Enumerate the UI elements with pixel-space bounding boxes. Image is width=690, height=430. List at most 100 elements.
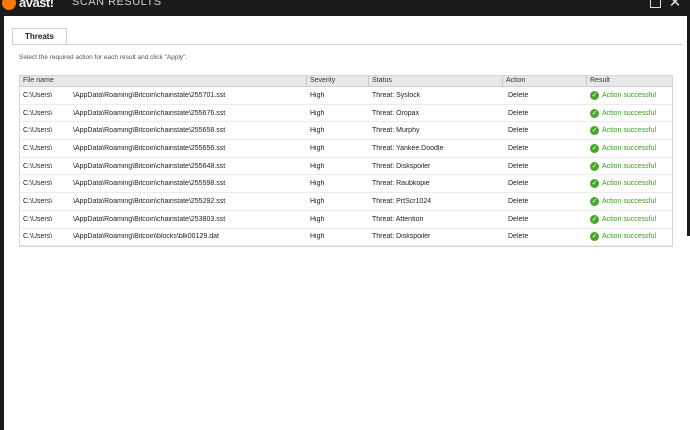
status-cell: Threat: Diskspoiler (372, 233, 431, 241)
table-row[interactable]: C:\Users\ \AppData\Roaming\Bitcoin\chains… (20, 211, 672, 229)
table-row[interactable]: C:\Users\ \AppData\Roaming\Bitcoin\blocks… (20, 229, 672, 247)
table-row[interactable]: C:\Users\ \AppData\Roaming\Bitcoin\chains… (20, 105, 672, 123)
status-cell: Threat: Yankee Doodle (372, 144, 444, 152)
action-select[interactable]: Delete (503, 127, 587, 134)
window-border-bottom-left (0, 236, 4, 430)
file-path: \AppData\Roaming\Bitcoin\chainstate\2557… (73, 91, 226, 99)
table-row[interactable]: C:\Users\ \AppData\Roaming\Bitcoin\chains… (20, 158, 672, 176)
check-circle-icon: ✓ (590, 214, 599, 224)
status-cell: Threat: Diskspoiler (372, 162, 431, 170)
result-text: Action successful (602, 215, 657, 223)
column-header-result[interactable]: Result (587, 76, 672, 86)
check-circle-icon: ✓ (590, 108, 599, 118)
action-select[interactable]: Delete (503, 163, 587, 170)
file-name-cell: C:\Users\ \AppData\Roaming\Bitcoin\chains… (20, 180, 307, 187)
check-circle-icon: ✓ (590, 143, 599, 153)
file-name-cell: C:\Users\ \AppData\Roaming\Bitcoin\chains… (20, 216, 307, 223)
status-cell: Threat: Raubkopie (372, 180, 430, 188)
file-name-cell: C:\Users\ \AppData\Roaming\Bitcoin\chains… (20, 127, 307, 134)
table-row[interactable]: C:\Users\ \AppData\Roaming\Bitcoin\chains… (20, 193, 672, 211)
result-cell: ✓ Action successful (587, 126, 672, 136)
action-select[interactable]: Delete (503, 216, 587, 223)
file-user-path: C:\Users\ (23, 109, 53, 117)
action-select[interactable]: Delete (503, 145, 587, 152)
result-cell: ✓ Action successful (587, 90, 672, 100)
result-text: Action successful (602, 180, 657, 188)
result-cell: ✓ Action successful (587, 196, 672, 206)
result-text: Action successful (602, 162, 657, 170)
table-row[interactable]: C:\Users\ \AppData\Roaming\Bitcoin\chains… (20, 122, 672, 141)
table-row[interactable]: C:\Users\ \AppData\Roaming\Bitcoin\chains… (20, 175, 672, 194)
check-circle-icon: ✓ (590, 179, 599, 189)
close-button[interactable]: ✕ (668, 0, 682, 10)
result-text: Action successful (602, 197, 657, 205)
status-cell: Threat: Attention (372, 215, 424, 223)
file-name-cell: C:\Users\ \AppData\Roaming\Bitcoin\blocks… (20, 233, 307, 240)
scan-results-window: avast! SCAN RESULTS ✕ Threats Select the… (0, 0, 690, 430)
severity-cell: High (310, 180, 325, 188)
file-name-cell: C:\Users\ \AppData\Roaming\Bitcoin\chains… (20, 145, 307, 152)
file-name-cell: C:\Users\ \AppData\Roaming\Bitcoin\chains… (20, 198, 307, 205)
result-cell: ✓ Action successful (587, 161, 672, 171)
column-header-severity[interactable]: Severity (307, 76, 369, 86)
table-row[interactable]: C:\Users\ \AppData\Roaming\Bitcoin\chains… (20, 87, 672, 105)
logo-text: avast! (19, 0, 54, 10)
severity-cell: High (310, 197, 325, 205)
check-circle-icon: ✓ (590, 232, 599, 242)
severity-cell: High (310, 91, 325, 99)
tab-threats[interactable]: Threats (12, 28, 67, 45)
action-select[interactable]: Delete (503, 233, 587, 240)
tab-divider (12, 44, 682, 45)
severity-cell: High (310, 109, 325, 117)
action-select[interactable]: Delete (503, 180, 587, 187)
table-body: C:\Users\ \AppData\Roaming\Bitcoin\chains… (20, 87, 672, 247)
file-path: \AppData\Roaming\Bitcoin\chainstate\2556… (73, 127, 226, 135)
result-cell: ✓ Action successful (587, 143, 672, 153)
result-cell: ✓ Action successful (587, 214, 672, 224)
file-user-path: C:\Users\ (23, 91, 53, 99)
result-cell: ✓ Action successful (587, 108, 672, 118)
check-circle-icon: ✓ (590, 126, 599, 136)
avast-logo: avast! (0, 0, 54, 10)
file-path: \AppData\Roaming\Bitcoin\blocks\blk00129… (73, 233, 219, 241)
title-bar: avast! SCAN RESULTS ✕ (0, 0, 690, 16)
result-cell: ✓ Action successful (587, 179, 672, 189)
instruction-text: Select the required action for each resu… (19, 54, 188, 61)
status-cell: Threat: Oropax (372, 109, 420, 117)
column-header-file-name[interactable]: File name (20, 76, 307, 86)
file-path: \AppData\Roaming\Bitcoin\chainstate\2552… (73, 197, 226, 205)
file-path: \AppData\Roaming\Bitcoin\chainstate\2538… (73, 215, 226, 223)
action-select[interactable]: Delete (503, 198, 587, 205)
table-row[interactable]: C:\Users\ \AppData\Roaming\Bitcoin\chains… (20, 140, 672, 158)
content-panel: Threats Select the required action for e… (4, 16, 687, 248)
action-select[interactable]: Delete (503, 92, 587, 99)
file-user-path: C:\Users\ (23, 180, 53, 188)
result-text: Action successful (602, 127, 657, 135)
column-header-action[interactable]: Action (503, 76, 587, 86)
column-header-status[interactable]: Status (369, 76, 503, 86)
file-path: \AppData\Roaming\Bitcoin\chainstate\2555… (73, 180, 226, 188)
check-circle-icon: ✓ (590, 90, 599, 100)
maximize-button[interactable] (648, 0, 662, 10)
avast-logo-icon (2, 0, 16, 10)
file-user-path: C:\Users\ (23, 127, 53, 135)
severity-cell: High (310, 162, 325, 170)
file-name-cell: C:\Users\ \AppData\Roaming\Bitcoin\chains… (20, 110, 307, 117)
file-path: \AppData\Roaming\Bitcoin\chainstate\2556… (73, 162, 226, 170)
result-cell: ✓ Action successful (587, 232, 672, 242)
file-path: \AppData\Roaming\Bitcoin\chainstate\2556… (73, 144, 226, 152)
file-user-path: C:\Users\ (23, 233, 53, 241)
severity-cell: High (310, 233, 325, 241)
result-text: Action successful (602, 233, 657, 241)
window-title: SCAN RESULTS (72, 0, 162, 8)
action-select[interactable]: Delete (503, 110, 587, 117)
file-user-path: C:\Users\ (23, 144, 53, 152)
check-circle-icon: ✓ (590, 161, 599, 171)
file-name-cell: C:\Users\ \AppData\Roaming\Bitcoin\chains… (20, 92, 307, 99)
severity-cell: High (310, 215, 325, 223)
result-text: Action successful (602, 109, 657, 117)
maximize-icon (650, 0, 661, 8)
close-icon: ✕ (668, 0, 682, 11)
file-path: \AppData\Roaming\Bitcoin\chainstate\2556… (73, 109, 226, 117)
table-header: File name Severity Status Action Result (20, 76, 672, 87)
